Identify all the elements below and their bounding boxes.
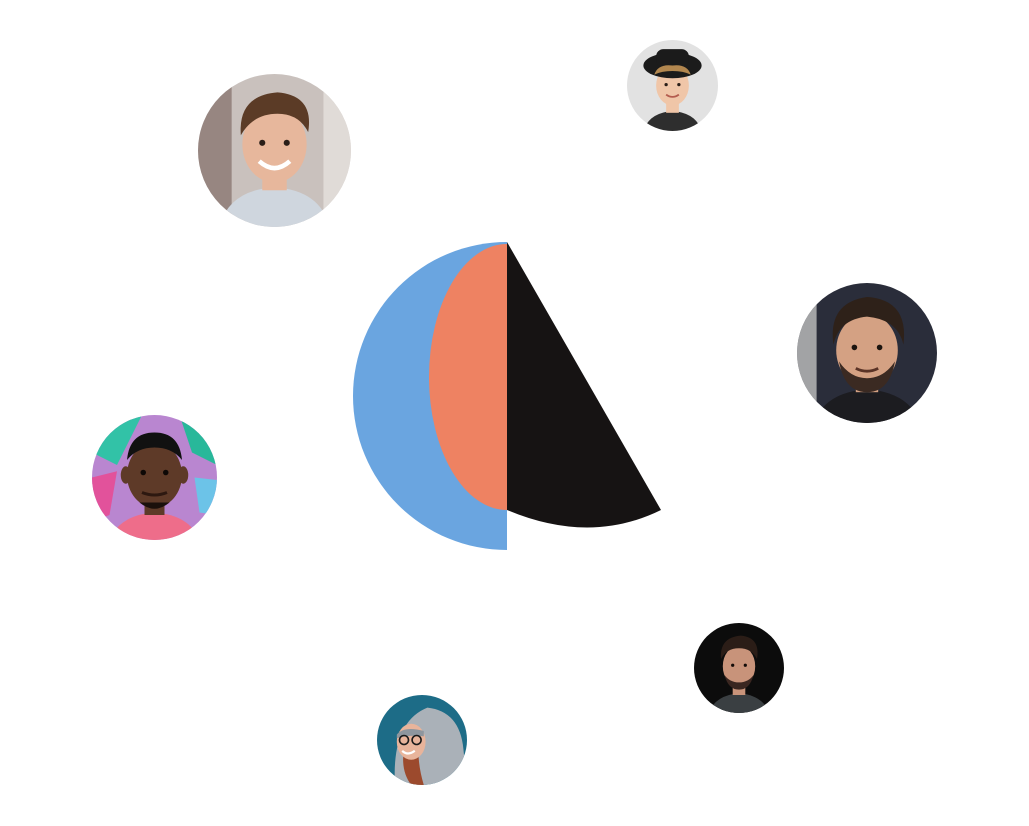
person-photo-icon (198, 74, 351, 227)
avatar-man-dark-background[interactable] (694, 623, 784, 713)
person-photo-icon (92, 415, 217, 540)
person-photo-icon (694, 623, 784, 713)
avatar-woman-grey-hood[interactable] (377, 695, 467, 785)
avatar-man-graffiti-background[interactable] (92, 415, 217, 540)
person-photo-icon (627, 40, 718, 131)
person-photo-icon (797, 283, 937, 423)
avatar-man-black-hat[interactable] (627, 40, 718, 131)
person-photo-icon (377, 695, 467, 785)
avatar-man-beard-dark-hair[interactable] (797, 283, 937, 423)
logo-dark-sail-shape (507, 242, 661, 528)
stage (0, 0, 1029, 826)
avatar-man-brown-hair-smiling[interactable] (198, 74, 351, 227)
